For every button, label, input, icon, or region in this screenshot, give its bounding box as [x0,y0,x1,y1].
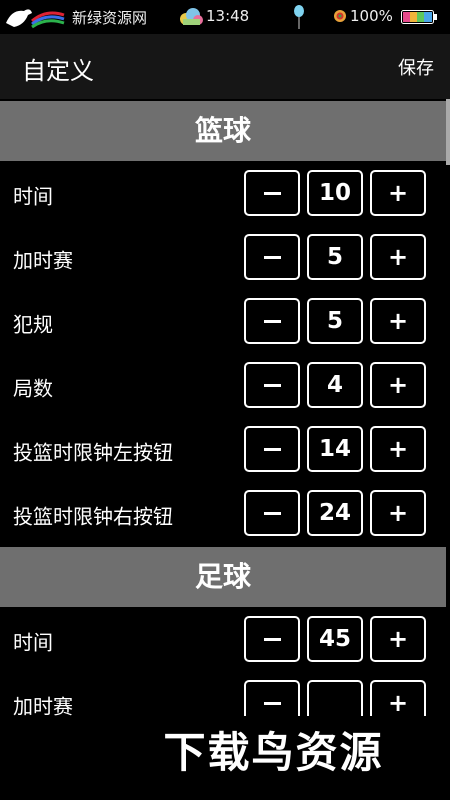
setting-label: 投篮时限钟左按钮 [13,440,173,465]
save-button[interactable]: 保存 [398,54,434,80]
minus-icon [263,637,281,641]
plus-icon: + [387,499,409,527]
setting-row-overtime: 加时赛 5 + [0,227,446,291]
setting-label: 时间 [13,184,53,209]
value-display: 5 [307,234,363,280]
increment-button[interactable]: + [370,426,426,472]
increment-button[interactable]: + [370,362,426,408]
decrement-button[interactable] [244,426,300,472]
scrollbar-thumb[interactable] [446,99,450,165]
setting-label: 犯规 [13,312,53,337]
section-header-basketball: 篮球 [0,101,446,161]
increment-button[interactable]: + [370,490,426,536]
setting-value: 10 [318,180,351,206]
plus-icon: + [387,435,409,463]
plus-icon: + [387,179,409,207]
decrement-button[interactable] [244,298,300,344]
plus-icon: + [387,371,409,399]
decrement-button[interactable] [244,170,300,216]
value-display: 14 [307,426,363,472]
value-display: 10 [307,170,363,216]
minus-icon [263,191,281,195]
increment-button[interactable]: + [370,170,426,216]
section-header-football: 足球 [0,547,446,607]
minus-icon [263,511,281,515]
minus-icon [263,319,281,323]
decrement-button[interactable] [244,234,300,280]
setting-label: 投篮时限钟右按钮 [13,504,173,529]
status-battery-percent: 100% [350,7,393,25]
cloud-icon [180,8,203,25]
setting-value: 24 [318,500,351,526]
plus-icon: + [387,307,409,335]
setting-value: 5 [326,244,343,270]
balloon-icon [294,5,304,29]
setting-label: 加时赛 [13,248,73,273]
setting-row-shot-clock-left: 投篮时限钟左按钮 14 + [0,419,446,483]
decrement-button[interactable] [244,490,300,536]
minus-icon [263,255,281,259]
value-display: 24 [307,490,363,536]
increment-button[interactable]: + [370,298,426,344]
setting-value: 14 [318,436,351,462]
plus-icon: + [387,625,409,653]
battery-icon [401,10,437,24]
watermark-banner: 下载鸟资源 [117,716,430,790]
minus-icon [263,701,281,705]
plus-icon: + [387,689,409,717]
watermark-text: 下载鸟资源 [163,728,384,777]
setting-value: 5 [326,308,343,334]
page-title: 自定义 [22,57,94,85]
setting-value: 4 [326,372,343,398]
increment-button[interactable]: + [370,616,426,662]
minus-icon [263,383,281,387]
setting-label: 时间 [13,630,53,655]
app-bar: 自定义 保存 [0,34,450,99]
value-display: 5 [307,298,363,344]
setting-row-time: 时间 45 + [0,609,446,673]
setting-label: 加时赛 [13,694,73,719]
setting-value: 45 [318,626,351,652]
value-display: 4 [307,362,363,408]
setting-label: 局数 [13,376,53,401]
minus-icon [263,447,281,451]
decrement-button[interactable] [244,616,300,662]
horse-logo-icon [6,9,65,29]
setting-row-periods: 局数 4 + [0,355,446,419]
status-bar: 新绿资源网 13:48 100% [0,0,450,34]
status-site-name: 新绿资源网 [72,9,148,27]
plus-icon: + [387,243,409,271]
increment-button[interactable]: + [370,234,426,280]
value-display: 45 [307,616,363,662]
decrement-button[interactable] [244,362,300,408]
status-time: 13:48 [206,7,250,25]
setting-row-fouls: 犯规 5 + [0,291,446,355]
setting-row-shot-clock-right: 投篮时限钟右按钮 24 + [0,483,446,547]
target-icon [334,10,346,22]
setting-row-time: 时间 10 + [0,163,446,227]
